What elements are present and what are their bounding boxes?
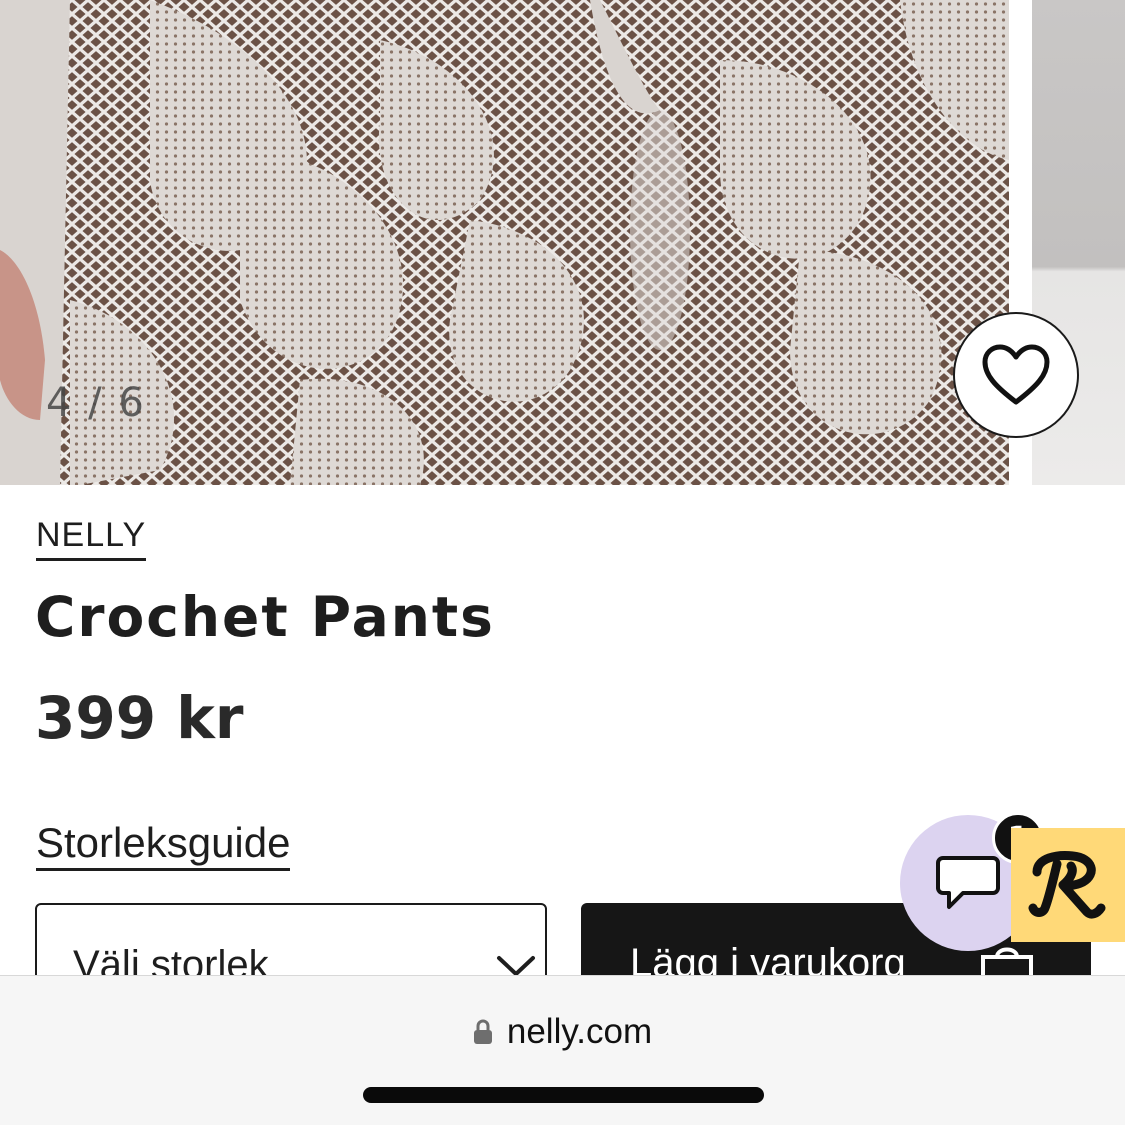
brand-link[interactable]: NELLY (36, 515, 147, 561)
crochet-lace-image (0, 0, 1009, 485)
product-image-gallery[interactable]: 4 / 6 (0, 0, 1125, 485)
lock-icon (473, 1019, 492, 1044)
product-title: Crochet Pants (35, 585, 495, 649)
url-text: nelly.com (506, 1012, 653, 1051)
product-photo[interactable]: 4 / 6 (0, 0, 1009, 485)
address-bar[interactable]: nelly.com (0, 1012, 1125, 1052)
image-counter: 4 / 6 (46, 380, 146, 426)
product-price: 399 kr (35, 684, 244, 752)
browser-bottom-bar: nelly.com (0, 975, 1125, 1125)
home-indicator[interactable] (363, 1087, 764, 1103)
heart-outline-icon (982, 344, 1050, 405)
favorite-button[interactable] (953, 312, 1079, 438)
size-guide-link[interactable]: Storleksguide (36, 818, 291, 871)
chat-bubble-icon (936, 856, 1000, 909)
reviews-logo-icon (1028, 851, 1106, 919)
reviews-widget-tab[interactable] (1011, 828, 1125, 942)
